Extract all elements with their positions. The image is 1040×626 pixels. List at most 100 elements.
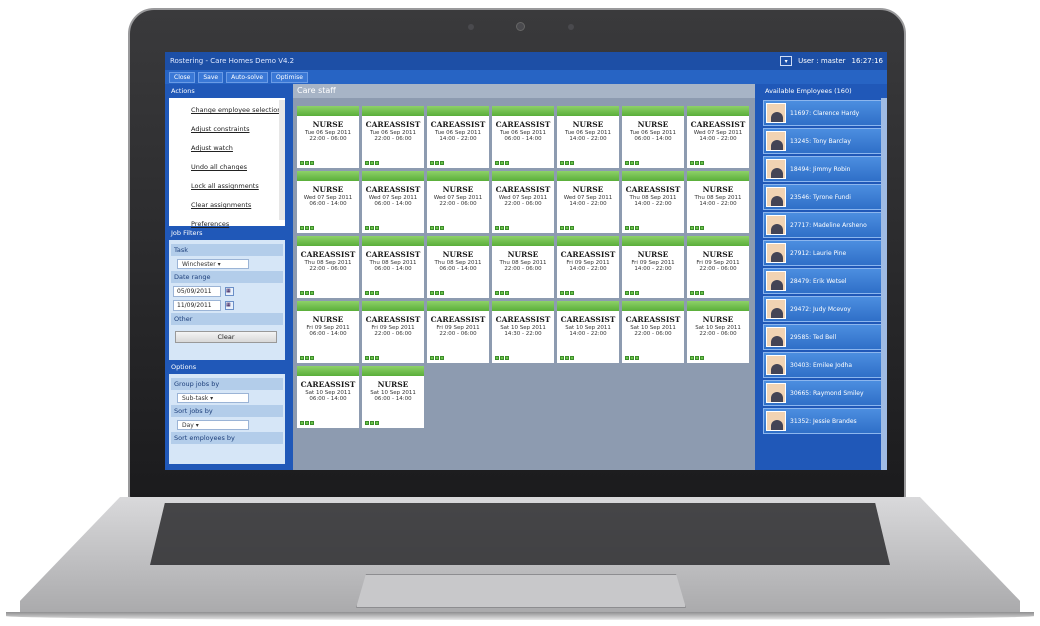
employee-list: 11697: Clarence Hardy 13245: Tony Barclay… [759, 100, 887, 434]
calendar-icon[interactable]: ▦ [225, 287, 234, 296]
job-card[interactable]: NURSE Tue 06 Sep 2011 22:00 - 06:00 [297, 106, 359, 168]
job-card[interactable]: CAREASSIST Tue 06 Sep 2011 22:00 - 06:00 [362, 106, 424, 168]
employee-item[interactable]: 11697: Clarence Hardy [763, 100, 883, 126]
keyboard [150, 503, 890, 565]
employee-item[interactable]: 30403: Emilee Jodha [763, 352, 883, 378]
employee-name: 29585: Ted Bell [790, 333, 837, 341]
card-time: 06:00 - 14:00 [439, 266, 477, 272]
employee-item[interactable]: 29585: Ted Bell [763, 324, 883, 350]
app-title: Rostering - Care Homes Demo V4.2 [170, 57, 295, 65]
assignment-markers [300, 291, 314, 295]
card-header [427, 171, 489, 181]
sort-jobs-label: Sort jobs by [171, 405, 283, 417]
assignment-markers [690, 161, 704, 165]
employee-item[interactable]: 23546: Tyrone Fundi [763, 184, 883, 210]
job-card[interactable]: NURSE Wed 07 Sep 2011 14:00 - 22:00 [557, 171, 619, 233]
card-header [622, 236, 684, 246]
employee-name: 18494: Jimmy Robin [790, 165, 851, 173]
job-card[interactable]: NURSE Thu 08 Sep 2011 22:00 - 06:00 [492, 236, 554, 298]
calendar-icon[interactable]: ▦ [225, 301, 234, 310]
job-card[interactable]: CAREASSIST Thu 08 Sep 2011 14:00 - 22:00 [622, 171, 684, 233]
job-card[interactable]: CAREASSIST Thu 08 Sep 2011 06:00 - 14:00 [362, 236, 424, 298]
job-card[interactable]: NURSE Tue 06 Sep 2011 14:00 - 22:00 [557, 106, 619, 168]
card-time: 06:00 - 14:00 [634, 136, 672, 142]
action-clear-assignments[interactable]: Clear assignments [191, 201, 285, 220]
employee-item[interactable]: 31352: Jessie Brandes [763, 408, 883, 434]
auto-solve-button[interactable]: Auto-solve [226, 71, 269, 83]
card-header [297, 301, 359, 311]
date-to-input[interactable]: 11/09/2011 [173, 300, 221, 311]
employees-title: Available Employees (160) [765, 87, 852, 95]
card-role: NURSE [637, 250, 669, 259]
job-card[interactable]: CAREASSIST Sat 10 Sep 2011 06:00 - 14:00 [297, 366, 359, 428]
employee-item[interactable]: 13245: Tony Barclay [763, 128, 883, 154]
card-time: 06:00 - 14:00 [309, 201, 347, 207]
job-card[interactable]: NURSE Fri 09 Sep 2011 14:00 - 22:00 [622, 236, 684, 298]
optimise-button[interactable]: Optimise [271, 71, 308, 83]
action-change-employee-selection[interactable]: Change employee selection [191, 106, 285, 125]
employee-item[interactable]: 27717: Madeline Arsheno [763, 212, 883, 238]
job-card[interactable]: CAREASSIST Wed 07 Sep 2011 22:00 - 06:00 [492, 171, 554, 233]
job-card[interactable]: NURSE Tue 06 Sep 2011 06:00 - 14:00 [622, 106, 684, 168]
card-header [492, 106, 554, 116]
assignment-markers [430, 161, 444, 165]
date-range-label: Date range [171, 271, 283, 283]
menu-toggle-icon[interactable]: ▾ [780, 56, 793, 66]
job-card[interactable]: NURSE Fri 09 Sep 2011 22:00 - 06:00 [687, 236, 749, 298]
card-header [687, 106, 749, 116]
employee-item[interactable]: 28479: Erik Wetsel [763, 268, 883, 294]
action-adjust-watch[interactable]: Adjust watch [191, 144, 285, 163]
card-header [687, 171, 749, 181]
job-card[interactable]: NURSE Wed 07 Sep 2011 06:00 - 14:00 [297, 171, 359, 233]
job-card[interactable]: NURSE Sat 10 Sep 2011 06:00 - 14:00 [362, 366, 424, 428]
job-card[interactable]: CAREASSIST Tue 06 Sep 2011 06:00 - 14:00 [492, 106, 554, 168]
action-undo-all-changes[interactable]: Undo all changes [191, 163, 285, 182]
card-role: CAREASSIST [430, 315, 486, 324]
card-time: 06:00 - 14:00 [309, 396, 347, 402]
job-card[interactable]: CAREASSIST Tue 06 Sep 2011 14:00 - 22:00 [427, 106, 489, 168]
job-card[interactable]: NURSE Thu 08 Sep 2011 14:00 - 22:00 [687, 171, 749, 233]
actions-scrollbar[interactable] [279, 100, 285, 220]
assignment-markers [560, 356, 574, 360]
card-role: CAREASSIST [300, 380, 356, 389]
date-from-input[interactable]: 05/09/2011 [173, 286, 221, 297]
job-card[interactable]: CAREASSIST Sat 10 Sep 2011 14:30 - 22:00 [492, 301, 554, 363]
close-button[interactable]: Close [169, 71, 196, 83]
job-card[interactable]: NURSE Fri 09 Sep 2011 06:00 - 14:00 [297, 301, 359, 363]
avatar [766, 327, 786, 347]
job-card[interactable]: NURSE Wed 07 Sep 2011 22:00 - 06:00 [427, 171, 489, 233]
action-adjust-constraints[interactable]: Adjust constraints [191, 125, 285, 144]
action-lock-all-assignments[interactable]: Lock all assignments [191, 182, 285, 201]
job-card[interactable]: CAREASSIST Wed 07 Sep 2011 06:00 - 14:00 [362, 171, 424, 233]
employee-item[interactable]: 30665: Raymond Smiley [763, 380, 883, 406]
employee-name: 27717: Madeline Arsheno [790, 221, 867, 229]
job-card[interactable]: NURSE Thu 08 Sep 2011 06:00 - 14:00 [427, 236, 489, 298]
card-time: 14:00 - 22:00 [569, 266, 607, 272]
job-card[interactable]: NURSE Sat 10 Sep 2011 22:00 - 06:00 [687, 301, 749, 363]
date-from-row: 05/09/2011 ▦ [173, 286, 283, 297]
job-card[interactable]: CAREASSIST Sat 10 Sep 2011 14:00 - 22:00 [557, 301, 619, 363]
card-header [492, 171, 554, 181]
job-card[interactable]: CAREASSIST Fri 09 Sep 2011 22:00 - 06:00 [362, 301, 424, 363]
employee-name: 29472: Judy Mcevoy [790, 305, 851, 313]
employee-item[interactable]: 18494: Jimmy Robin [763, 156, 883, 182]
clear-filters-button[interactable]: Clear [175, 331, 277, 343]
assignment-markers [495, 161, 509, 165]
assignment-markers [625, 161, 639, 165]
job-card[interactable]: CAREASSIST Fri 09 Sep 2011 22:00 - 06:00 [427, 301, 489, 363]
job-card[interactable]: CAREASSIST Thu 08 Sep 2011 22:00 - 06:00 [297, 236, 359, 298]
save-button[interactable]: Save [198, 71, 224, 83]
avatar [766, 243, 786, 263]
card-header [362, 366, 424, 376]
sort-jobs-select[interactable]: Day ▾ [177, 420, 249, 430]
job-card[interactable]: CAREASSIST Sat 10 Sep 2011 22:00 - 06:00 [622, 301, 684, 363]
card-role: CAREASSIST [560, 250, 616, 259]
job-card[interactable]: CAREASSIST Fri 09 Sep 2011 14:00 - 22:00 [557, 236, 619, 298]
task-select[interactable]: Winchester ▾ [177, 259, 249, 269]
action-preferences[interactable]: Preferences [191, 220, 285, 228]
group-by-select[interactable]: Sub-task ▾ [177, 393, 249, 403]
job-card[interactable]: CAREASSIST Wed 07 Sep 2011 14:00 - 22:00 [687, 106, 749, 168]
employees-scrollbar[interactable] [881, 98, 887, 470]
employee-item[interactable]: 29472: Judy Mcevoy [763, 296, 883, 322]
employee-item[interactable]: 27912: Laurie Pine [763, 240, 883, 266]
